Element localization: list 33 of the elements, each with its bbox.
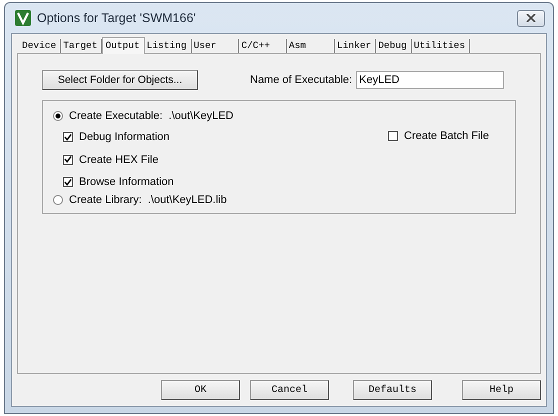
checkbox[interactable] <box>63 177 73 187</box>
tab[interactable]: Asm <box>286 39 336 53</box>
tab[interactable]: User <box>192 39 240 53</box>
executable-name-field[interactable]: KeyLED <box>356 71 504 89</box>
field-label: Name of Executable: <box>250 74 352 86</box>
checkbox[interactable] <box>63 132 73 142</box>
option-label: Create Executable: .\out\KeyLED <box>69 110 234 122</box>
checkbox-label: Debug Information <box>79 131 170 143</box>
tab[interactable]: Debug <box>376 39 412 53</box>
close-icon <box>526 14 536 22</box>
tab[interactable]: Linker <box>335 39 376 53</box>
checkbox[interactable] <box>63 154 73 164</box>
checkbox-label: Browse Information <box>79 176 174 188</box>
dialog-button[interactable]: Help <box>462 380 541 400</box>
checkbox[interactable] <box>388 131 398 141</box>
tab[interactable]: C/C++ <box>239 39 287 53</box>
checkbox-label: Create HEX File <box>79 154 158 166</box>
radio-button[interactable] <box>53 111 63 121</box>
checkbox-label: Create Batch File <box>404 130 489 142</box>
tab[interactable]: Target <box>61 39 102 53</box>
option-label: Create Library: .\out\KeyLED.lib <box>69 194 227 206</box>
tab[interactable]: Utilities <box>412 39 470 53</box>
window-title: Options for Target 'SWM166' <box>37 11 197 25</box>
radio-button[interactable] <box>53 195 63 205</box>
select-folder-button[interactable]: Select Folder for Objects... <box>42 70 198 90</box>
dialog-button[interactable]: OK <box>161 380 240 400</box>
close-button[interactable] <box>517 10 545 26</box>
tab[interactable]: Device <box>20 39 62 53</box>
dialog-button[interactable]: Cancel <box>250 380 329 400</box>
tab[interactable]: Output <box>102 37 145 54</box>
app-icon <box>15 10 31 26</box>
tab[interactable]: Listing <box>144 39 192 53</box>
dialog-button[interactable]: Defaults <box>353 380 432 400</box>
